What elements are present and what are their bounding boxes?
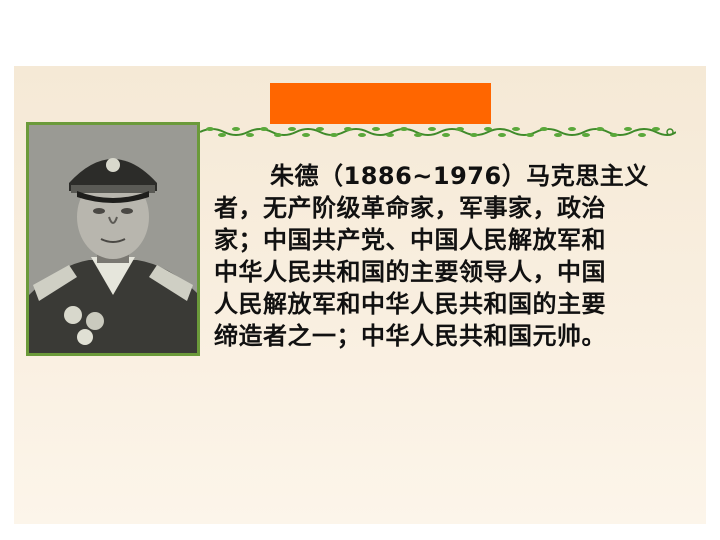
vine-divider bbox=[200, 127, 676, 137]
biography-line: 者，无产阶级革命家，军事家，政治 bbox=[214, 194, 606, 222]
biography-line: 家；中国共产党、中国人民解放军和 bbox=[214, 226, 606, 254]
title-bar bbox=[270, 83, 491, 124]
portrait-photo bbox=[26, 122, 200, 356]
biography-line: 中华人民共和国的主要领导人，中国 bbox=[214, 258, 606, 286]
biography-text: 朱德（1886~1976）马克思主义 者，无产阶级革命家，军事家，政治 家；中国… bbox=[214, 160, 684, 352]
biography-line: 朱德（1886~1976）马克思主义 bbox=[270, 162, 649, 190]
biography-line: 人民解放军和中华人民共和国的主要 bbox=[214, 290, 606, 318]
portrait-illustration bbox=[29, 125, 197, 353]
biography-line: 缔造者之一；中华人民共和国元帅。 bbox=[214, 322, 606, 350]
